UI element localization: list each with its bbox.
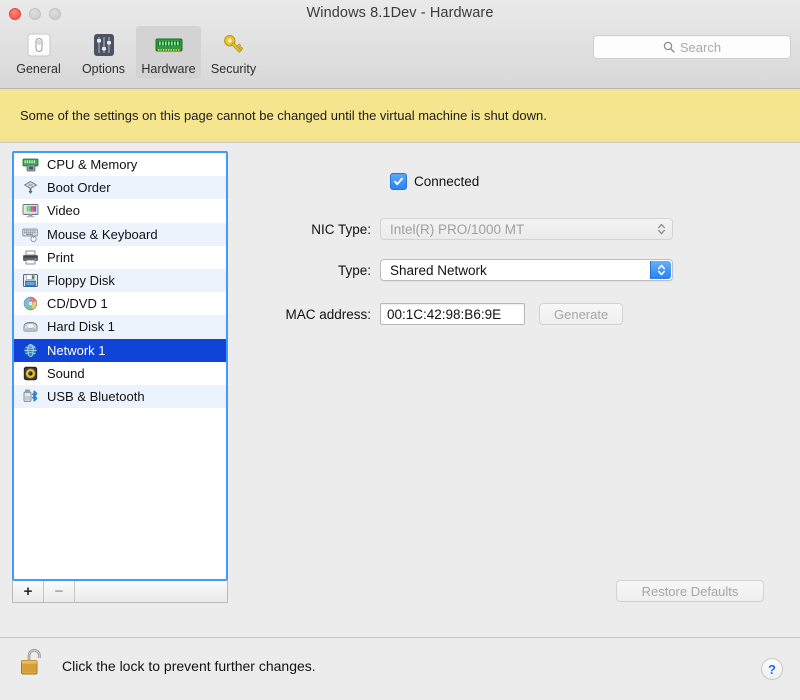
unlocked-padlock-icon[interactable]	[18, 646, 48, 685]
type-value: Shared Network	[390, 262, 487, 278]
list-item-label: Hard Disk 1	[47, 319, 115, 335]
type-dropdown[interactable]: Shared Network	[380, 259, 673, 281]
usb-bluetooth-icon	[20, 387, 40, 405]
nic-type-row: NIC Type: Intel(R) PRO/1000 MT	[250, 218, 800, 240]
connected-checkbox[interactable]	[390, 173, 407, 190]
device-list-footer: + −	[12, 581, 228, 603]
type-row: Type: Shared Network	[250, 259, 800, 281]
lock-message: Click the lock to prevent further change…	[62, 657, 316, 674]
list-item-sound[interactable]: Sound	[14, 361, 226, 385]
printer-icon	[20, 248, 40, 266]
nic-type-label: NIC Type:	[311, 221, 371, 237]
list-item-mouse-keyboard[interactable]: Mouse & Keyboard	[14, 222, 226, 246]
list-item-label: CD/DVD 1	[47, 296, 108, 312]
network-globe-icon	[20, 341, 40, 359]
list-item-usb-bluetooth[interactable]: USB & Bluetooth	[14, 384, 226, 409]
list-item-video[interactable]: Video	[14, 199, 226, 223]
list-item-cd-dvd[interactable]: CD/DVD 1	[14, 292, 226, 316]
sliders-icon	[71, 30, 136, 60]
toggle-switch-icon	[6, 30, 71, 60]
tab-hardware-label: Hardware	[141, 62, 196, 76]
floppy-disk-icon	[20, 272, 40, 290]
toolbar: General Options Hardware Security	[6, 26, 266, 79]
sound-speaker-icon	[20, 364, 40, 382]
mac-address-input[interactable]: 00:1C:42:98:B6:9E	[380, 303, 525, 325]
list-item-floppy-disk[interactable]: Floppy Disk	[14, 268, 226, 293]
list-item-boot-order[interactable]: Boot Order	[14, 176, 226, 200]
list-item-network[interactable]: Network 1	[14, 338, 226, 362]
list-item-label: Floppy Disk	[47, 273, 115, 289]
preferences-window: Windows 8.1Dev - Hardware General Option…	[0, 0, 800, 700]
type-label: Type:	[337, 262, 371, 278]
list-item-hard-disk[interactable]: Hard Disk 1	[14, 315, 226, 339]
title-bar: Windows 8.1Dev - Hardware General Option…	[0, 0, 800, 89]
cd-dvd-icon	[20, 295, 40, 313]
remove-device-button[interactable]: −	[44, 581, 75, 602]
list-item-label: Mouse & Keyboard	[47, 226, 158, 242]
network-settings-panel: Connected NIC Type: Intel(R) PRO/1000 MT…	[250, 143, 800, 637]
hard-disk-icon	[20, 318, 40, 336]
content-area: CPU & Memory Boot Order Video Mouse & Ke…	[0, 143, 800, 637]
cpu-memory-icon	[20, 156, 40, 174]
boot-order-icon	[20, 179, 40, 197]
list-item-label: Video	[47, 203, 81, 219]
search-field[interactable]: Search	[593, 35, 791, 59]
mac-address-row: MAC address: 00:1C:42:98:B6:9E Generate	[250, 303, 800, 325]
search-placeholder: Search	[679, 39, 722, 55]
generate-button[interactable]: Generate	[539, 303, 624, 325]
list-item-label: USB & Bluetooth	[47, 388, 145, 404]
warning-banner-text: Some of the settings on this page cannot…	[20, 108, 547, 123]
tab-general-label: General	[16, 62, 61, 76]
tab-options[interactable]: Options	[71, 26, 136, 79]
chevron-updown-icon	[651, 220, 671, 238]
tab-hardware[interactable]: Hardware	[136, 26, 201, 79]
search-icon	[663, 41, 675, 53]
tab-security-label: Security	[210, 62, 257, 76]
list-item-cpu-memory[interactable]: CPU & Memory	[14, 153, 226, 177]
list-item-label: Sound	[47, 365, 85, 381]
video-display-icon	[20, 202, 40, 220]
connected-label: Connected	[414, 174, 480, 189]
footer-bar: Click the lock to prevent further change…	[0, 637, 800, 700]
generate-button-wrap: Generate	[539, 303, 624, 325]
list-item-label: Network 1	[47, 342, 106, 358]
restore-defaults-button[interactable]: Restore Defaults	[616, 580, 764, 602]
tab-security[interactable]: Security	[201, 26, 266, 79]
list-item-label: CPU & Memory	[47, 157, 138, 173]
device-list[interactable]: CPU & Memory Boot Order Video Mouse & Ke…	[12, 151, 228, 581]
memory-stick-icon	[136, 30, 201, 60]
mac-address-label: MAC address:	[285, 306, 371, 322]
window-title: Windows 8.1Dev - Hardware	[306, 5, 494, 21]
list-item-label: Boot Order	[47, 180, 111, 196]
help-button[interactable]: ?	[761, 658, 783, 680]
keyboard-mouse-icon	[20, 225, 40, 243]
connected-checkbox-row: Connected	[390, 173, 479, 190]
list-item-label: Print	[47, 249, 74, 265]
nic-type-value: Intel(R) PRO/1000 MT	[390, 221, 525, 237]
add-device-button[interactable]: +	[13, 581, 44, 602]
chevron-updown-icon	[650, 261, 671, 279]
warning-banner: Some of the settings on this page cannot…	[0, 89, 800, 143]
mac-address-value: 00:1C:42:98:B6:9E	[387, 306, 502, 322]
list-footer-spacer	[75, 581, 227, 602]
list-item-print[interactable]: Print	[14, 245, 226, 269]
nic-type-dropdown[interactable]: Intel(R) PRO/1000 MT	[380, 218, 673, 240]
lock-row: Click the lock to prevent further change…	[18, 646, 316, 685]
tab-general[interactable]: General	[6, 26, 71, 79]
key-icon	[201, 30, 266, 60]
tab-options-label: Options	[81, 62, 126, 76]
